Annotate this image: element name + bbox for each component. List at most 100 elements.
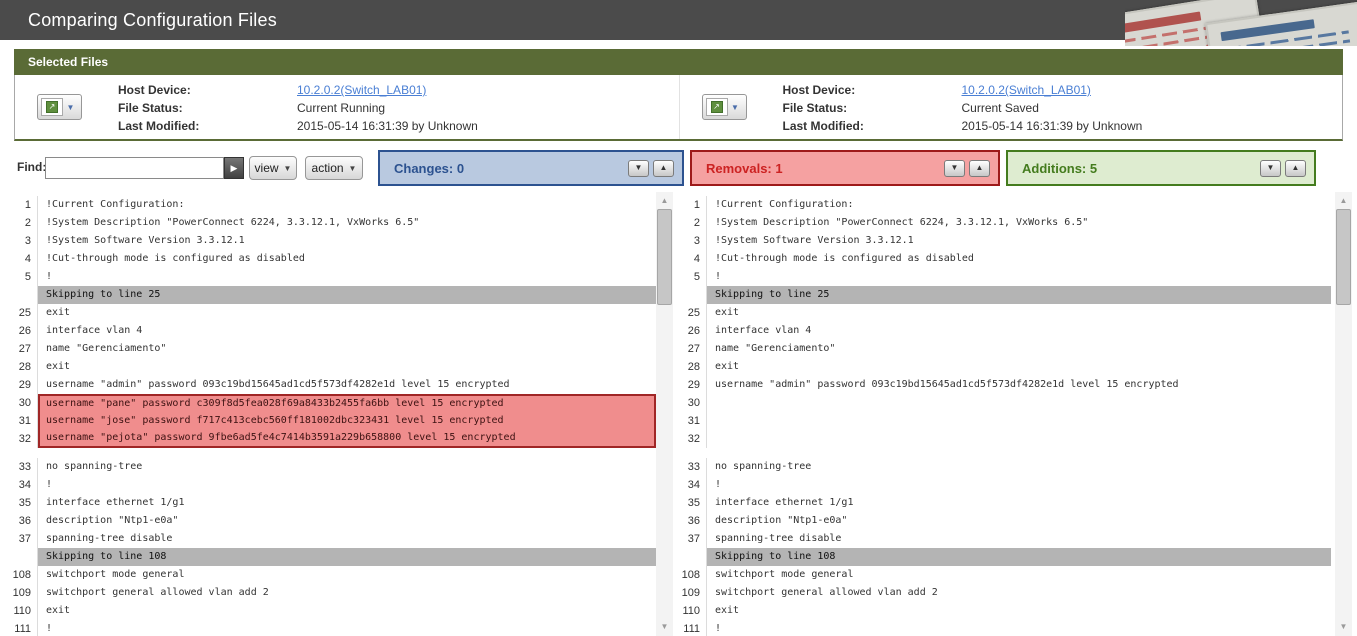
host-device-link[interactable]: 10.2.0.2(Switch_LAB01) xyxy=(962,83,1143,97)
skip-banner[interactable]: Skipping to line 25 xyxy=(0,286,656,304)
removals-count-label: Removals: 1 xyxy=(706,161,940,176)
export-icon: ↗ xyxy=(706,98,728,116)
code-line: 29username "admin" password 093c19bd1564… xyxy=(0,376,656,394)
line-text: Skipping to line 108 xyxy=(38,548,656,566)
line-number: 31 xyxy=(679,412,707,430)
line-text: description "Ntp1-e0a" xyxy=(38,512,656,530)
jump-up-icon: ▲ xyxy=(1292,163,1300,172)
scroll-up-icon[interactable]: ▲ xyxy=(1335,194,1352,208)
jump-down-icon: ▼ xyxy=(951,163,959,172)
code-line: 111! xyxy=(0,620,656,636)
line-number: 34 xyxy=(679,476,707,494)
code-line: 4!Cut-through mode is configured as disa… xyxy=(0,250,656,268)
line-text: username "pane" password c309f8d5fea028f… xyxy=(38,394,656,412)
file-status-label: File Status: xyxy=(783,101,962,115)
line-text: !Cut-through mode is configured as disab… xyxy=(38,250,656,268)
host-device-label: Host Device: xyxy=(118,83,297,97)
code-line: 110exit xyxy=(679,602,1331,620)
next-addition-button[interactable]: ▼ xyxy=(1260,160,1281,177)
previous-change-button[interactable]: ▲ xyxy=(653,160,674,177)
code-line: 25exit xyxy=(0,304,656,322)
line-number: 31 xyxy=(0,412,38,430)
line-text: description "Ntp1-e0a" xyxy=(707,512,1331,530)
find-input[interactable] xyxy=(45,157,224,179)
line-number: 30 xyxy=(0,394,38,412)
line-number: 4 xyxy=(0,250,38,268)
code-line: 111! xyxy=(679,620,1331,636)
left-pane-scrollbar[interactable]: ▲ ▼ xyxy=(656,192,673,636)
code-line: 110exit xyxy=(0,602,656,620)
line-number: 33 xyxy=(0,458,38,476)
line-number: 1 xyxy=(679,196,707,214)
line-text: username "pejota" password 9fbe6ad5fe4c7… xyxy=(38,430,656,448)
line-number: 34 xyxy=(0,476,38,494)
row-spacer xyxy=(0,448,656,458)
line-text: spanning-tree disable xyxy=(707,530,1331,548)
line-text: username "admin" password 093c19bd15645a… xyxy=(707,376,1331,394)
line-text: ! xyxy=(707,620,1331,636)
line-number xyxy=(0,548,38,566)
additions-count-label: Additions: 5 xyxy=(1022,161,1256,176)
right-pane-scrollbar[interactable]: ▲ ▼ xyxy=(1335,192,1352,636)
previous-removal-button[interactable]: ▲ xyxy=(969,160,990,177)
scroll-up-icon[interactable]: ▲ xyxy=(656,194,673,208)
find-go-button[interactable]: ▶ xyxy=(224,157,244,179)
scroll-down-icon[interactable]: ▼ xyxy=(1335,620,1352,634)
line-number: 26 xyxy=(679,322,707,340)
code-line: 3!System Software Version 3.3.12.1 xyxy=(679,232,1331,250)
line-text: Skipping to line 25 xyxy=(707,286,1331,304)
file-status-value: Current Saved xyxy=(962,101,1143,115)
next-change-button[interactable]: ▼ xyxy=(628,160,649,177)
line-text: ! xyxy=(707,268,1331,286)
host-device-link[interactable]: 10.2.0.2(Switch_LAB01) xyxy=(297,83,478,97)
line-text: Skipping to line 108 xyxy=(707,548,1331,566)
code-line: 37spanning-tree disable xyxy=(0,530,656,548)
skip-banner[interactable]: Skipping to line 25 xyxy=(679,286,1331,304)
code-line: 29username "admin" password 093c19bd1564… xyxy=(679,376,1331,394)
skip-banner[interactable]: Skipping to line 108 xyxy=(679,548,1331,566)
code-line: 27name "Gerenciamento" xyxy=(0,340,656,358)
line-text: no spanning-tree xyxy=(38,458,656,476)
line-number: 27 xyxy=(0,340,38,358)
selected-files-header: Selected Files xyxy=(14,49,1343,75)
skip-banner[interactable]: Skipping to line 108 xyxy=(0,548,656,566)
line-text: ! xyxy=(707,476,1331,494)
right-file-menu-button[interactable]: ↗ ▼ xyxy=(702,94,747,120)
code-line: 33no spanning-tree xyxy=(0,458,656,476)
previous-addition-button[interactable]: ▲ xyxy=(1285,160,1306,177)
next-removal-button[interactable]: ▼ xyxy=(944,160,965,177)
line-number: 108 xyxy=(0,566,38,584)
dropdown-caret-icon: ▼ xyxy=(728,103,743,112)
removed-line: 30username "pane" password c309f8d5fea02… xyxy=(0,394,656,412)
code-line: 5! xyxy=(0,268,656,286)
code-line: 25exit xyxy=(679,304,1331,322)
line-number: 2 xyxy=(679,214,707,232)
scroll-down-icon[interactable]: ▼ xyxy=(656,620,673,634)
documents-illustration xyxy=(1125,0,1357,46)
line-number: 109 xyxy=(679,584,707,602)
file-status-value: Current Running xyxy=(297,101,478,115)
find-label: Find: xyxy=(17,160,46,174)
line-text xyxy=(707,430,1331,448)
line-number: 32 xyxy=(0,430,38,448)
line-number: 35 xyxy=(679,494,707,512)
removals-counter: Removals: 1 ▼ ▲ xyxy=(690,150,1000,186)
line-text: interface vlan 4 xyxy=(38,322,656,340)
line-text: exit xyxy=(38,358,656,376)
action-menu-button[interactable]: action ▼ xyxy=(305,156,363,180)
scrollbar-thumb[interactable] xyxy=(1336,209,1351,305)
line-text: username "jose" password f717c413cebc560… xyxy=(38,412,656,430)
scrollbar-thumb[interactable] xyxy=(657,209,672,305)
view-menu-button[interactable]: view ▼ xyxy=(249,156,297,180)
line-text: name "Gerenciamento" xyxy=(38,340,656,358)
dropdown-caret-icon: ▼ xyxy=(284,164,292,173)
line-number: 3 xyxy=(0,232,38,250)
line-text: spanning-tree disable xyxy=(38,530,656,548)
code-line: 2!System Description "PowerConnect 6224,… xyxy=(679,214,1331,232)
line-text: !Current Configuration: xyxy=(38,196,656,214)
line-number: 27 xyxy=(679,340,707,358)
line-number: 32 xyxy=(679,430,707,448)
line-number: 110 xyxy=(0,602,38,620)
line-number: 1 xyxy=(0,196,38,214)
left-file-menu-button[interactable]: ↗ ▼ xyxy=(37,94,82,120)
